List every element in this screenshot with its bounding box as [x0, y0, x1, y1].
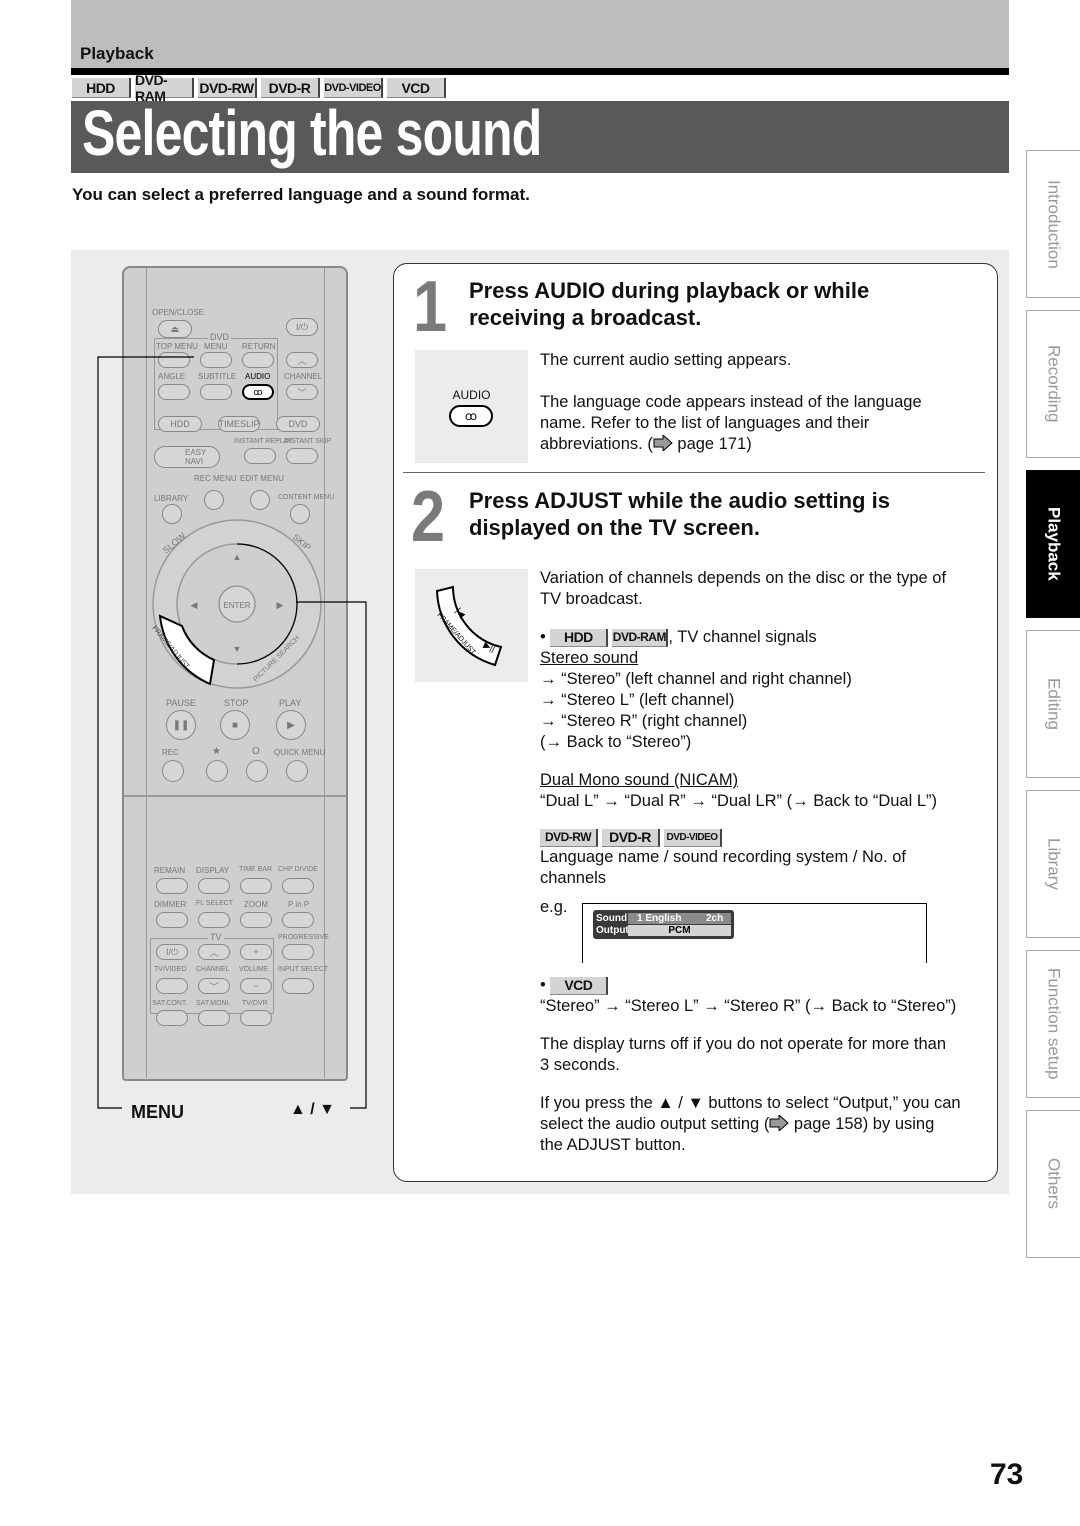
audio-osd-example: Sound 1 English 2ch Output PCM: [593, 910, 734, 939]
frame-adjust-button-illustration: |◀ ▶|| FRAME/ADJUST: [415, 569, 528, 682]
badge-dvd-r: DVD-R: [602, 829, 660, 847]
callout-menu-label: MENU: [131, 1102, 184, 1122]
step2-text-b: • VCD “Stereo” → “Stereo L” → “Stereo R”…: [540, 976, 961, 1154]
callout-updown-label: ▲ / ▼: [290, 1101, 336, 1118]
step-number-1: 1: [413, 267, 448, 347]
tab-others[interactable]: Others: [1026, 1110, 1080, 1258]
badge-dvd-ram: DVD-RAM: [612, 628, 669, 647]
tab-playback[interactable]: Playback: [1026, 470, 1080, 618]
open-close-button: ⏏: [158, 320, 192, 338]
badge-vcd: VCD: [550, 976, 609, 995]
step-divider: [403, 472, 985, 473]
badge-dvd-rw: DVD-RW: [540, 829, 598, 847]
step-number-2: 2: [411, 477, 446, 557]
media-badges: HDD DVD-RAM DVD-RW DVD-R DVD-VIDEO VCD: [72, 72, 446, 104]
audio-icon: ꝏ: [449, 405, 493, 427]
audio-button-illustration: AUDIO ꝏ: [415, 350, 528, 463]
tab-recording[interactable]: Recording: [1026, 310, 1080, 458]
badge-vcd: VCD: [387, 78, 446, 98]
badge-dvd-r: DVD-R: [261, 78, 320, 98]
page-subtitle: You can select a preferred language and …: [72, 185, 530, 204]
tab-function-setup[interactable]: Function setup: [1026, 950, 1080, 1098]
frame-adjust-icon: |◀ ▶|| FRAME/ADJUST: [436, 585, 503, 667]
power-button: I/⏻: [286, 318, 318, 336]
tab-introduction[interactable]: Introduction: [1026, 150, 1080, 298]
badge-dvd-video: DVD-VIDEO: [664, 829, 722, 847]
page-number: 73: [990, 1458, 1024, 1491]
page-reference-arrow-icon: [769, 1115, 790, 1131]
badge-dvd-ram: DVD-RAM: [135, 72, 194, 104]
step1-text: The current audio setting appears. The l…: [540, 351, 922, 453]
step2-text: Variation of channels depends on the dis…: [540, 569, 947, 887]
step1-heading: Press AUDIO during playback or while rece…: [469, 278, 870, 330]
section-header-bar: [71, 0, 1009, 68]
badge-dvd-rw: DVD-RW: [198, 78, 257, 98]
page-reference-arrow-icon: [653, 435, 673, 451]
badge-hdd: HDD: [550, 628, 609, 647]
section-label: Playback: [80, 44, 154, 63]
step2-heading: Press ADJUST while the audio setting is d…: [469, 488, 890, 540]
tab-editing[interactable]: Editing: [1026, 630, 1080, 778]
page-title: Selecting the sound: [82, 97, 542, 169]
eg-label: e.g.: [540, 898, 568, 916]
tab-library[interactable]: Library: [1026, 790, 1080, 938]
badge-hdd: HDD: [72, 78, 131, 98]
badge-dvd-video: DVD-VIDEO: [324, 78, 383, 98]
divider: [71, 68, 1009, 75]
callout-lines: [97, 356, 367, 1109]
